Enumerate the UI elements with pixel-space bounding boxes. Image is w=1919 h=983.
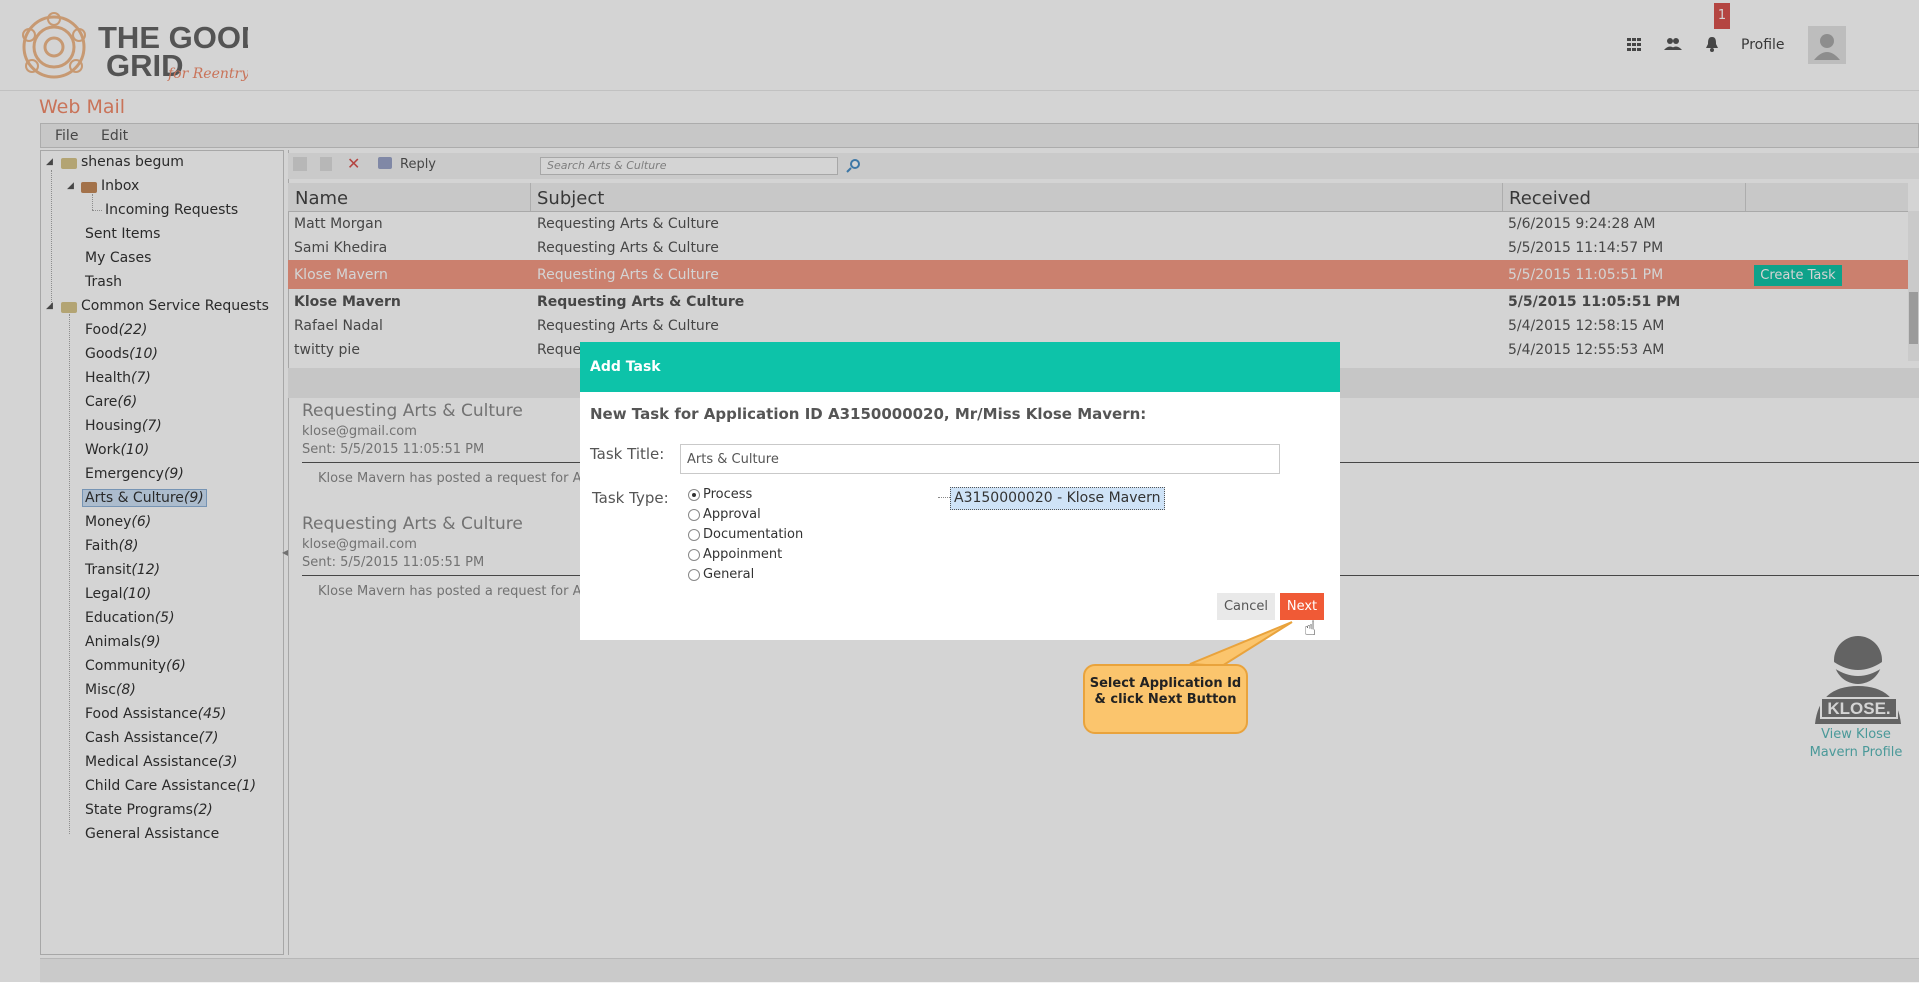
dialog-heading: New Task for Application ID A3150000020,…	[590, 405, 1147, 423]
dialog-header	[580, 342, 1340, 392]
radio-label-appoinment[interactable]: Appoinment	[703, 547, 782, 562]
dialog-title: Add Task	[590, 359, 661, 375]
radio-documentation[interactable]	[688, 529, 700, 541]
instruction-callout: Select Application Id & click Next Butto…	[1083, 664, 1248, 734]
radio-label-general[interactable]: General	[703, 567, 754, 582]
hand-cursor-icon: ☝	[1304, 616, 1317, 640]
task-title-input[interactable]	[680, 444, 1280, 474]
radio-selected-dot	[692, 493, 696, 497]
task-type-label: Task Type:	[592, 489, 669, 507]
application-id-item[interactable]: A3150000020 - Klose Mavern	[950, 487, 1165, 510]
radio-general[interactable]	[688, 569, 700, 581]
radio-label-approval[interactable]: Approval	[703, 507, 761, 522]
task-title-label: Task Title:	[590, 445, 665, 463]
radio-label-documentation[interactable]: Documentation	[703, 527, 803, 542]
radio-appoinment[interactable]	[688, 549, 700, 561]
next-button[interactable]: Next	[1280, 593, 1324, 620]
radio-label-process[interactable]: Process	[703, 487, 752, 502]
tree-connector	[938, 497, 950, 498]
radio-approval[interactable]	[688, 509, 700, 521]
radio-process[interactable]	[688, 489, 700, 501]
callout-pointer	[1189, 621, 1293, 668]
cancel-button[interactable]: Cancel	[1217, 593, 1275, 620]
